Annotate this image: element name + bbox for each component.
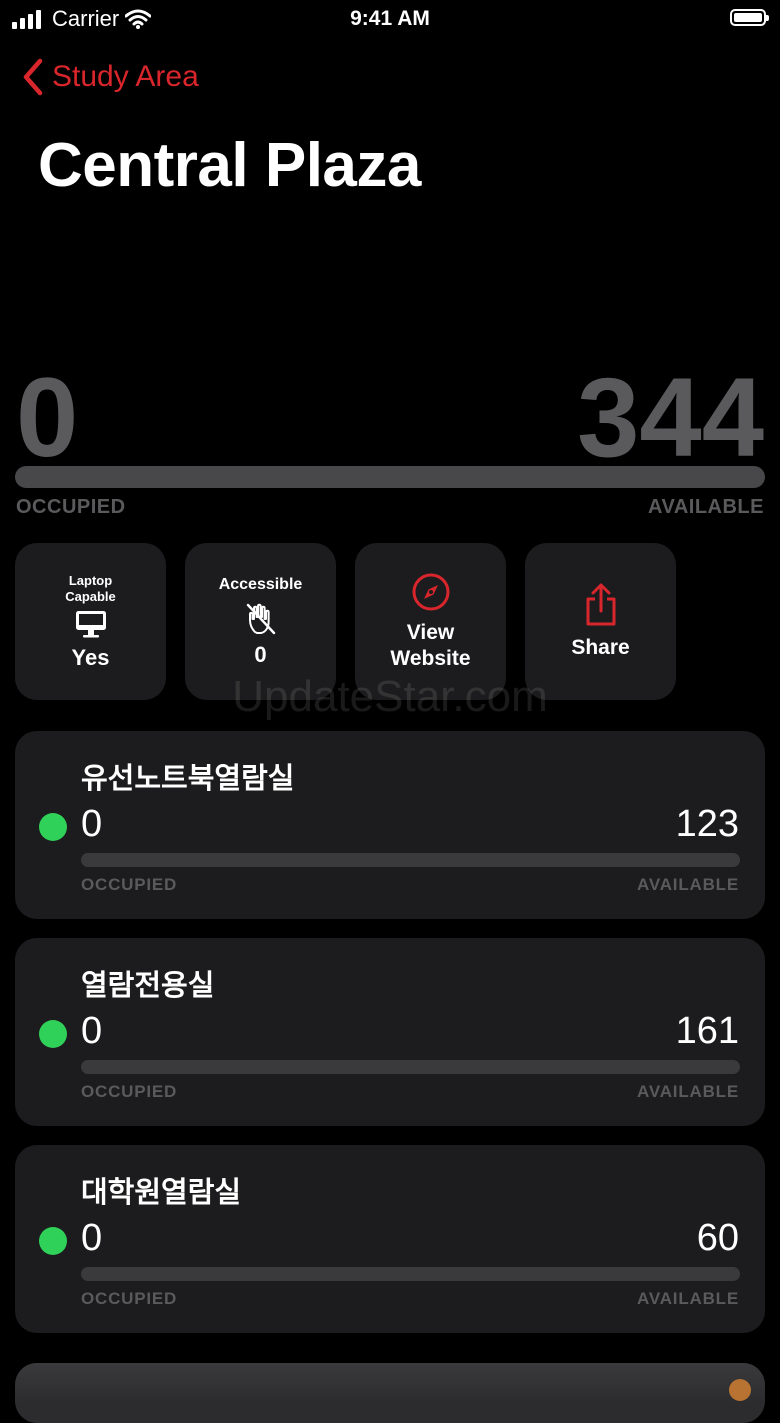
room-available-label: AVAILABLE — [637, 1289, 739, 1308]
page-title: Central Plaza — [38, 131, 421, 200]
room-available-count: 60 — [696, 1217, 739, 1259]
back-button[interactable]: Study Area — [22, 58, 199, 96]
availability-dot — [39, 813, 67, 841]
room-name: 열람전용실 — [81, 970, 215, 1002]
accessible-label: Accessible — [218, 575, 303, 593]
room-occupancy-bar — [81, 1060, 740, 1074]
share-icon — [586, 583, 615, 625]
room-occupied-label: OCCUPIED — [81, 1082, 178, 1101]
status-time: 9:41 AM — [350, 7, 430, 30]
accessible-value: 0 — [254, 641, 267, 667]
room-card[interactable]: 유선노트북열람실 0 123 OCCUPIED AVAILABLE — [15, 731, 765, 919]
view-website-button[interactable]: View Website — [355, 543, 506, 700]
laptop-capable-label: Laptop Capable — [65, 572, 116, 604]
room-occupancy-bar — [81, 1267, 740, 1281]
back-label: Study Area — [52, 60, 199, 93]
desktop-computer-icon — [75, 610, 106, 637]
room-occupied-count: 0 — [81, 1010, 103, 1052]
room-name: 대학원열람실 — [81, 1177, 242, 1209]
availability-dot — [39, 1020, 67, 1048]
hand-slash-icon — [246, 603, 275, 634]
room-available-label: AVAILABLE — [637, 875, 739, 894]
total-available-label: AVAILABLE — [648, 496, 764, 518]
laptop-capable-tile: Laptop Capable Yes — [15, 543, 166, 700]
view-website-label: View Website — [390, 620, 471, 670]
room-card[interactable]: 대학원열람실 0 60 OCCUPIED AVAILABLE — [15, 1145, 765, 1333]
share-button[interactable]: Share — [525, 543, 676, 700]
room-available-count: 161 — [675, 1010, 739, 1052]
availability-dot — [39, 1227, 67, 1255]
room-occupied-label: OCCUPIED — [81, 875, 178, 894]
room-available-count: 123 — [675, 803, 739, 845]
room-occupancy-bar — [81, 853, 740, 867]
laptop-capable-value: Yes — [71, 644, 110, 670]
status-bar: Carrier 9:41 AM — [0, 0, 780, 40]
total-occupancy-bar — [15, 466, 765, 488]
chevron-left-icon — [23, 58, 43, 96]
map-card[interactable] — [15, 1363, 765, 1423]
room-available-label: AVAILABLE — [637, 1082, 739, 1101]
share-label: Share — [571, 635, 630, 659]
compass-icon — [412, 573, 449, 610]
info-tiles: Laptop Capable Yes Accessible 0 View Web… — [15, 543, 676, 700]
room-card[interactable]: 열람전용실 0 161 OCCUPIED AVAILABLE — [15, 938, 765, 1126]
map-pin-icon — [729, 1379, 751, 1401]
total-occupied-label: OCCUPIED — [16, 496, 126, 518]
room-occupied-count: 0 — [81, 1217, 103, 1259]
room-occupied-label: OCCUPIED — [81, 1289, 178, 1308]
accessible-tile: Accessible 0 — [185, 543, 336, 700]
battery-icon — [730, 9, 769, 26]
total-available-count: 344 — [577, 355, 764, 480]
total-occupied-count: 0 — [16, 355, 79, 480]
room-occupied-count: 0 — [81, 803, 103, 845]
room-name: 유선노트북열람실 — [81, 763, 295, 795]
